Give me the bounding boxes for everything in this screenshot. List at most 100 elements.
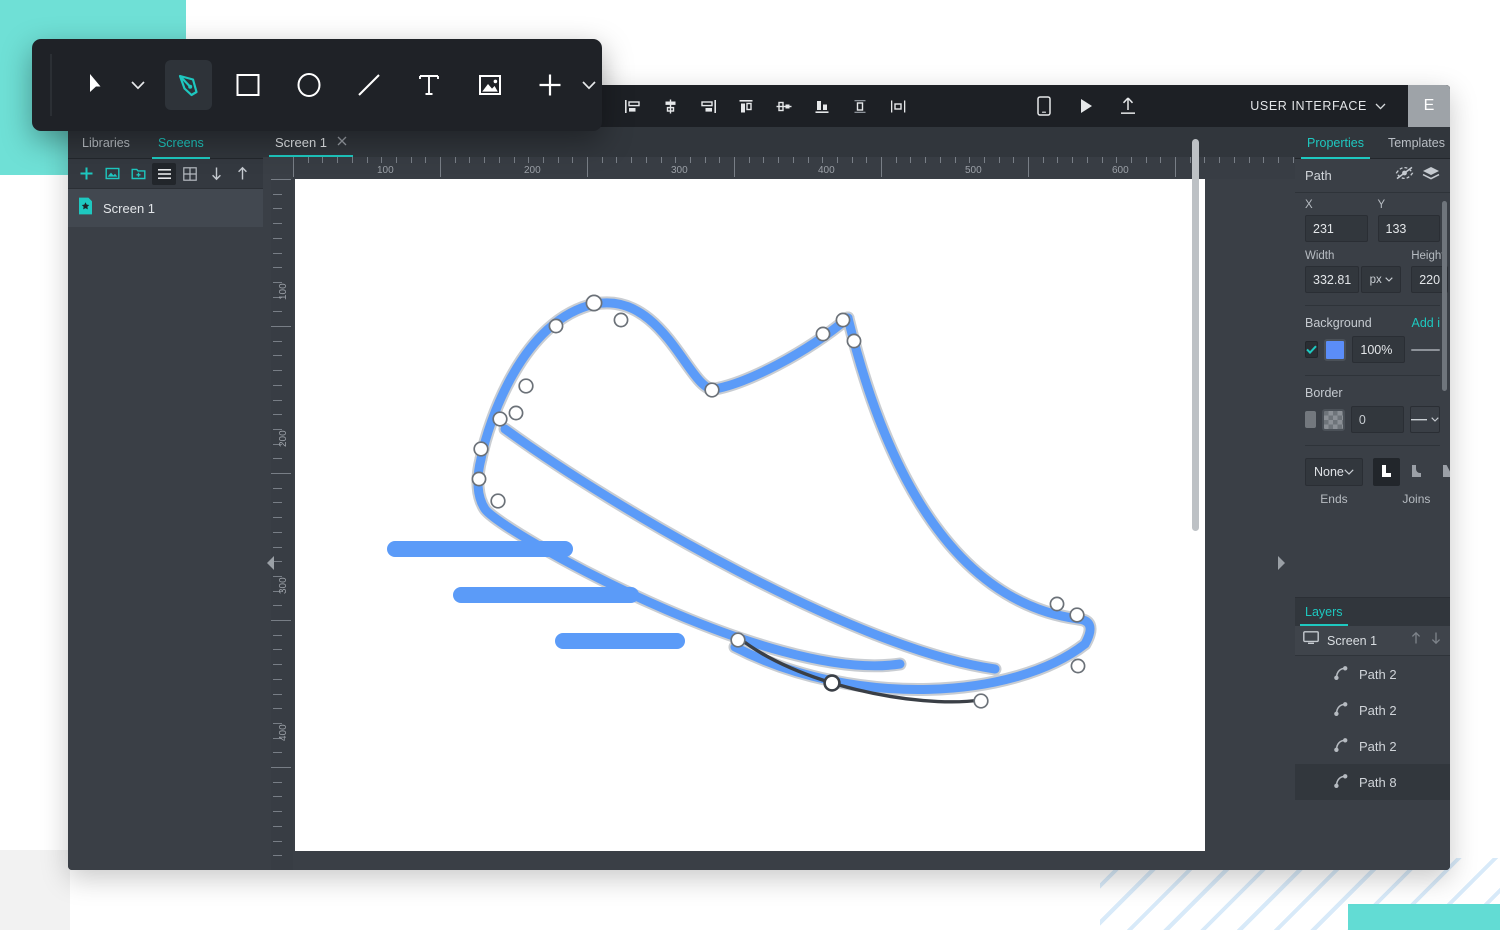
align-right-icon[interactable] — [696, 94, 720, 118]
background-opacity-input[interactable]: 100% — [1352, 336, 1406, 363]
add-image-link[interactable]: Add i — [1412, 316, 1441, 330]
properties-scrollbar[interactable] — [1442, 201, 1447, 391]
add-dropdown[interactable] — [576, 80, 602, 90]
ruler-tick — [1277, 157, 1279, 163]
pen-tool[interactable] — [164, 60, 212, 110]
ends-select[interactable]: None — [1305, 458, 1363, 486]
distribute-vertical-icon[interactable] — [848, 94, 872, 118]
ruler-tick — [273, 693, 282, 695]
canvas-vertical-scrollbar[interactable] — [1192, 139, 1199, 531]
align-top-icon[interactable] — [734, 94, 758, 118]
background-opacity-slider[interactable] — [1411, 348, 1440, 351]
distribute-horizontal-icon[interactable] — [886, 94, 910, 118]
tab-screen-1[interactable]: Screen 1 — [263, 127, 359, 157]
monitor-icon — [1303, 631, 1319, 650]
x-input[interactable]: 231 — [1305, 215, 1368, 242]
ellipse-tool[interactable] — [285, 60, 332, 110]
ruler-tick — [675, 157, 677, 163]
sidebar-item-screen-1[interactable]: Screen 1 — [68, 189, 263, 227]
align-left-icon[interactable] — [620, 94, 644, 118]
upload-icon[interactable] — [1116, 94, 1140, 118]
list-view-icon[interactable] — [152, 162, 176, 185]
collapse-left-arrow-icon[interactable] — [266, 555, 276, 576]
hide-eye-icon[interactable] — [1395, 166, 1414, 185]
palette-drag-handle[interactable] — [50, 54, 52, 116]
vertical-ruler[interactable]: 100 200 300 400 — [271, 179, 293, 870]
arrow-up-icon[interactable] — [1410, 631, 1422, 650]
ruler-tick — [271, 767, 291, 768]
ends-group: None Ends — [1305, 458, 1363, 506]
select-dropdown[interactable] — [125, 80, 151, 90]
grid-view-icon[interactable] — [178, 163, 202, 185]
tab-libraries[interactable]: Libraries — [68, 127, 144, 159]
y-input[interactable]: 133 — [1377, 215, 1440, 242]
mobile-preview-icon[interactable] — [1032, 94, 1056, 118]
layer-item[interactable]: Path 2 — [1295, 728, 1450, 764]
tab-templates[interactable]: Templates — [1376, 127, 1450, 159]
align-bottom-icon[interactable] — [810, 94, 834, 118]
tab-layers[interactable]: Layers — [1295, 598, 1353, 626]
artboard[interactable] — [295, 179, 1205, 851]
image-tool[interactable] — [466, 60, 513, 110]
border-pattern-swatch[interactable] — [1322, 408, 1345, 431]
add-screen-icon[interactable] — [74, 163, 98, 185]
ruler-tick — [395, 157, 397, 163]
text-tool[interactable] — [406, 60, 453, 110]
layers-screen-row[interactable]: Screen 1 — [1295, 626, 1450, 656]
ruler-tick — [660, 157, 662, 163]
width-input[interactable]: 332.81 — [1305, 266, 1360, 293]
tab-templates-label: Templates — [1387, 136, 1445, 150]
tab-screens[interactable]: Screens — [144, 127, 218, 159]
background-enabled-checkbox[interactable] — [1305, 341, 1318, 358]
ruler-label: 300 — [278, 577, 289, 594]
background-color-swatch[interactable] — [1324, 338, 1347, 361]
project-selector[interactable]: USER INTERFACE — [1250, 99, 1408, 113]
ruler-tick — [273, 708, 282, 710]
shoe-vector-artwork[interactable] — [295, 179, 1205, 851]
tab-properties[interactable]: Properties — [1295, 127, 1376, 159]
line-tool[interactable] — [346, 60, 393, 110]
joins-label: Joins — [1402, 492, 1431, 506]
horizontal-ruler[interactable]: 100 200 300 400 500 600 — [293, 157, 1295, 179]
ends-value: None — [1314, 465, 1344, 479]
sort-down-icon[interactable] — [204, 163, 228, 185]
width-unit-label: px — [1369, 273, 1382, 286]
layer-item-label: Path 8 — [1359, 774, 1397, 790]
joins-group: Joins — [1372, 458, 1450, 506]
sort-up-icon[interactable] — [230, 163, 254, 185]
x-label: X — [1305, 199, 1313, 211]
join-bevel-icon[interactable] — [1433, 458, 1450, 486]
border-style-select[interactable] — [1410, 406, 1441, 433]
arrow-down-icon[interactable] — [1430, 631, 1442, 650]
border-width-input[interactable]: 0 — [1350, 406, 1405, 433]
ruler-tick — [1204, 157, 1206, 163]
ruler-tick — [273, 252, 282, 254]
tab-screens-label: Screens — [157, 136, 204, 150]
add-image-icon[interactable] — [100, 163, 124, 185]
width-unit-select[interactable]: px — [1361, 266, 1402, 293]
add-folder-icon[interactable] — [126, 163, 150, 185]
layer-item[interactable]: Path 8 — [1295, 764, 1450, 800]
ruler-tick — [542, 157, 544, 163]
layers-stack-icon[interactable] — [1422, 166, 1440, 186]
ruler-tick — [1175, 157, 1176, 177]
select-tool[interactable] — [76, 60, 123, 110]
layer-item[interactable]: Path 2 — [1295, 692, 1450, 728]
ruler-tick — [1130, 157, 1132, 163]
border-color-swatch[interactable] — [1305, 411, 1317, 428]
join-round-icon[interactable] — [1403, 458, 1430, 486]
add-tool[interactable] — [527, 60, 574, 110]
align-center-horizontal-icon[interactable] — [658, 94, 682, 118]
align-middle-vertical-icon[interactable] — [772, 94, 796, 118]
ruler-label: 300 — [671, 165, 688, 176]
ruler-tick — [273, 237, 282, 239]
chevron-down-icon — [1385, 277, 1393, 282]
close-icon[interactable] — [337, 133, 347, 151]
collapse-right-arrow-icon[interactable] — [1276, 555, 1286, 576]
avatar[interactable]: E — [1408, 85, 1450, 127]
play-icon[interactable] — [1074, 94, 1098, 118]
ruler-label: 500 — [965, 165, 982, 176]
join-miter-icon[interactable] — [1372, 458, 1400, 486]
layer-item[interactable]: Path 2 — [1295, 656, 1450, 692]
rectangle-tool[interactable] — [225, 60, 272, 110]
